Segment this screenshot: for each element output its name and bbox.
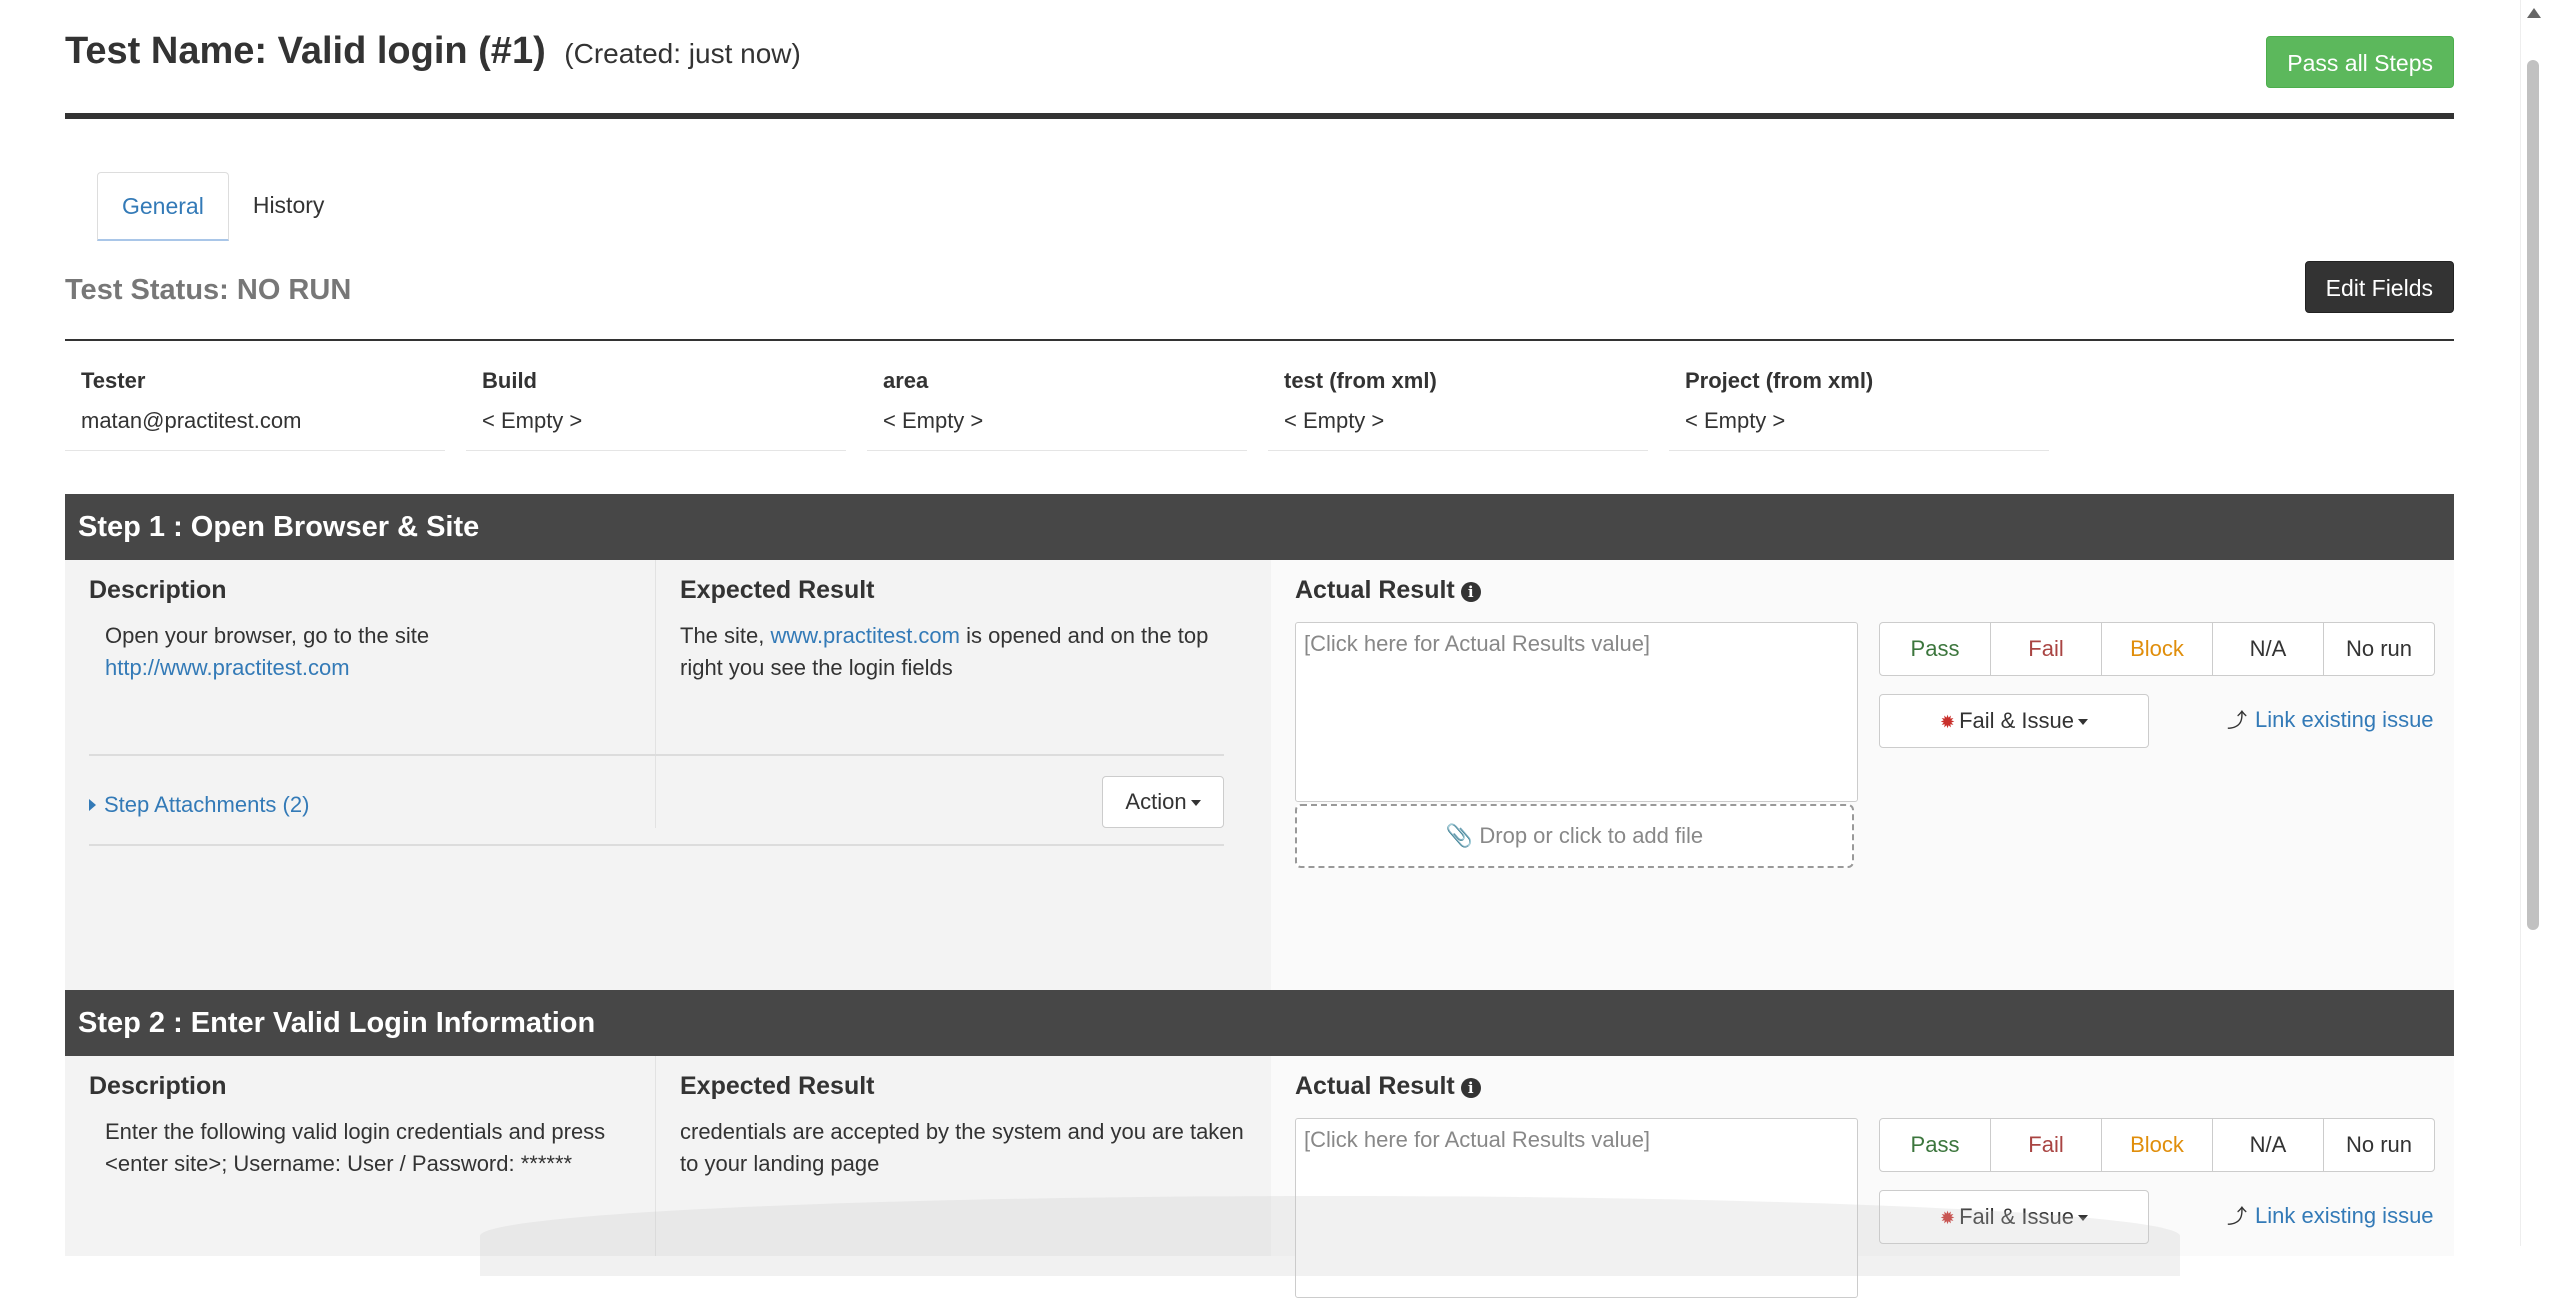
- attachments-divider-bottom: [89, 844, 1224, 846]
- header-divider: [65, 113, 2454, 119]
- field-value[interactable]: < Empty >: [883, 408, 983, 434]
- header: Test Name: Valid login (#1) (Created: ju…: [65, 28, 2454, 88]
- field-label: Project (from xml): [1685, 368, 1874, 393]
- action-dropdown-button[interactable]: Action: [1102, 776, 1224, 828]
- share-icon: ⤴: [2227, 710, 2247, 732]
- test-status: Test Status: NO RUN: [65, 274, 352, 306]
- share-icon: ⤴: [2227, 1206, 2247, 1228]
- step-attachments-toggle[interactable]: Step Attachments (2): [89, 792, 309, 818]
- file-dropzone[interactable]: 📎 Drop or click to add file: [1295, 804, 1854, 868]
- link-issue-label: Link existing issue: [2255, 707, 2434, 732]
- block-button[interactable]: Block: [2101, 622, 2213, 676]
- tab-general[interactable]: General: [97, 172, 229, 241]
- description-link[interactable]: http://www.practitest.com: [105, 655, 350, 680]
- expected-pre: The site,: [680, 623, 765, 648]
- test-name: Test Name: Valid login (#1): [65, 30, 546, 72]
- action-label: Action: [1125, 789, 1187, 814]
- actual-result-label: Actual Result: [1295, 576, 1455, 604]
- block-button[interactable]: Block: [2101, 1118, 2213, 1172]
- field-label: test (from xml): [1284, 368, 1437, 393]
- fail-and-issue-button[interactable]: ✹ Fail & Issue: [1879, 694, 2149, 748]
- step-title: Step 1 : Open Browser & Site: [65, 494, 2454, 560]
- drop-file-label: Drop or click to add file: [1479, 823, 1704, 848]
- field-value[interactable]: < Empty >: [1284, 408, 1384, 434]
- field-test-from-xml: test (from xml) < Empty >: [1268, 360, 1648, 451]
- field-area: area < Empty >: [867, 360, 1247, 451]
- tab-bar: General History: [97, 172, 349, 241]
- paperclip-icon: 📎: [1445, 823, 1474, 848]
- created-label: (Created: just now): [564, 38, 801, 69]
- step-1: Step 1 : Open Browser & Site Description…: [65, 494, 2454, 990]
- field-value[interactable]: < Empty >: [1685, 408, 1785, 434]
- actual-result-input[interactable]: [Click here for Actual Results value]: [1295, 622, 1858, 802]
- field-value[interactable]: matan@practitest.com: [81, 408, 301, 434]
- fail-issue-label: Fail & Issue: [1959, 708, 2075, 733]
- edit-fields-button[interactable]: Edit Fields: [2304, 261, 2454, 313]
- fail-button[interactable]: Fail: [1990, 622, 2102, 676]
- actual-result-heading: Actual Result i: [1295, 576, 1481, 605]
- no-run-button[interactable]: No run: [2323, 1118, 2435, 1172]
- actual-result-label: Actual Result: [1295, 1072, 1455, 1100]
- step-status-buttons: Pass Fail Block N/A No run: [1879, 1118, 2435, 1172]
- no-run-button[interactable]: No run: [2323, 622, 2435, 676]
- info-icon[interactable]: i: [1460, 582, 1481, 602]
- expected-heading: Expected Result: [680, 1072, 875, 1100]
- field-project-from-xml: Project (from xml) < Empty >: [1669, 360, 2049, 451]
- description-heading: Description: [89, 1072, 227, 1100]
- expected-link[interactable]: www.practitest.com: [771, 623, 961, 648]
- caret-right-icon: [89, 799, 96, 811]
- expected-heading: Expected Result: [680, 576, 875, 604]
- field-label: Tester: [81, 368, 146, 393]
- description-text: Enter the following valid login credenti…: [105, 1119, 606, 1176]
- pass-button[interactable]: Pass: [1879, 622, 1991, 676]
- scrollbar-thumb[interactable]: [2527, 60, 2539, 930]
- pass-button[interactable]: Pass: [1879, 1118, 1991, 1172]
- description-body: Open your browser, go to the site: [105, 623, 430, 648]
- actual-result-heading: Actual Result i: [1295, 1072, 1481, 1101]
- na-button[interactable]: N/A: [2212, 622, 2324, 676]
- caret-down-icon: [1190, 800, 1201, 807]
- description-heading: Description: [89, 576, 227, 604]
- step-attachments-label: Step Attachments (2): [104, 792, 310, 817]
- scroll-up-arrow-icon[interactable]: [2527, 8, 2541, 18]
- link-issue-label: Link existing issue: [2255, 1203, 2434, 1228]
- field-label: Build: [482, 368, 537, 393]
- attachments-divider-top: [89, 754, 1224, 756]
- fail-button[interactable]: Fail: [1990, 1118, 2102, 1172]
- step-left-panel: Description Open your browser, go to the…: [65, 560, 1271, 990]
- step-title: Step 2 : Enter Valid Login Information: [65, 990, 2454, 1056]
- expected-text: credentials are accepted by the system a…: [680, 1119, 1244, 1176]
- step-status-buttons: Pass Fail Block N/A No run: [1879, 622, 2435, 676]
- info-icon[interactable]: i: [1460, 1078, 1481, 1098]
- overlay-shadow: [480, 1196, 2180, 1276]
- tab-history[interactable]: History: [229, 172, 349, 238]
- na-button[interactable]: N/A: [2212, 1118, 2324, 1172]
- field-label: area: [883, 368, 929, 393]
- field-tester: Tester matan@practitest.com: [65, 360, 445, 451]
- link-existing-issue[interactable]: ⤴ Link existing issue: [2227, 704, 2434, 733]
- link-existing-issue[interactable]: ⤴ Link existing issue: [2227, 1200, 2434, 1229]
- field-build: Build < Empty >: [466, 360, 846, 451]
- page-title: Test Name: Valid login (#1) (Created: ju…: [65, 30, 801, 73]
- bug-icon: ✹: [1939, 712, 1956, 732]
- step-right-panel: Actual Result i [Click here for Actual Re…: [1271, 560, 2454, 990]
- expected-text: The site, www.practitest.com is opened a…: [680, 620, 1250, 684]
- pass-all-steps-button[interactable]: Pass all Steps: [2266, 36, 2454, 88]
- description-column: Description Open your browser, go to the…: [65, 560, 656, 828]
- description-text: Open your browser, go to the site http:/…: [105, 620, 645, 684]
- status-divider: [65, 339, 2454, 341]
- fields-row: Tester matan@practitest.com Build < Empt…: [65, 360, 2454, 451]
- field-value[interactable]: < Empty >: [482, 408, 582, 434]
- scrollbar-track[interactable]: [2520, 0, 2560, 1246]
- caret-down-icon: [2078, 719, 2089, 726]
